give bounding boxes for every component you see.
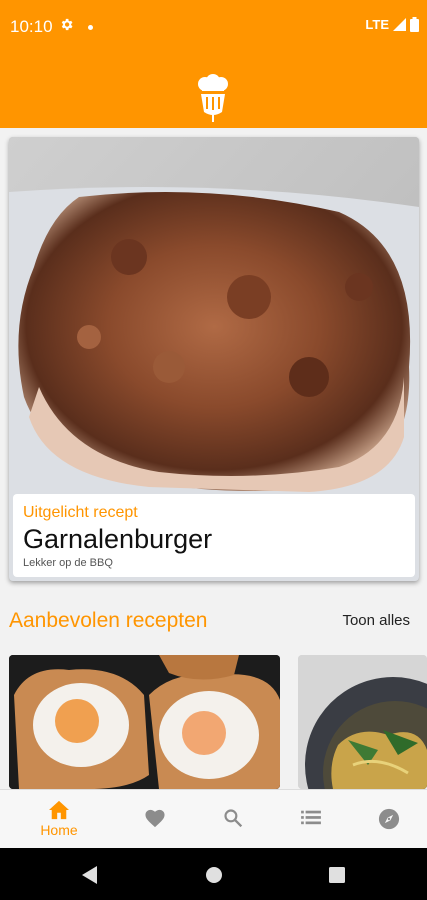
- app-bar: [0, 52, 427, 128]
- home-icon: [49, 800, 69, 820]
- nav-home[interactable]: Home: [19, 790, 99, 849]
- recipe-card-noodles[interactable]: [298, 655, 427, 789]
- bottom-navigation: Home: [0, 789, 427, 849]
- battery-icon: [410, 17, 419, 32]
- featured-title: Garnalenburger: [23, 524, 213, 554]
- search-icon[interactable]: [223, 808, 243, 828]
- system-navigation-bar: [0, 848, 427, 900]
- recents-icon[interactable]: [329, 867, 345, 883]
- status-time: 10:10: [10, 17, 53, 36]
- featured-recipe-card[interactable]: Uitgelicht recept Garnalenburger Lekker …: [9, 137, 419, 581]
- network-type: LTE: [365, 17, 389, 32]
- featured-recipe-info: Uitgelicht recept Garnalenburger Lekker …: [13, 494, 415, 577]
- back-icon[interactable]: [82, 866, 98, 884]
- list-icon[interactable]: [300, 808, 322, 826]
- see-all-link[interactable]: Toon alles: [342, 612, 410, 629]
- recommended-section-title: Aanbevolen recepten: [9, 609, 208, 632]
- recipe-card-eggs[interactable]: [9, 655, 280, 789]
- featured-kicker: Uitgelicht recept: [23, 504, 138, 521]
- chef-hat-logo-icon: [198, 74, 228, 122]
- compass-icon[interactable]: [378, 808, 400, 830]
- featured-subtitle: Lekker op de BBQ: [23, 557, 113, 569]
- heart-icon[interactable]: [144, 808, 166, 828]
- nav-home-label: Home: [40, 822, 78, 838]
- settings-status-icon: [59, 17, 74, 37]
- notification-dot-icon: [88, 25, 93, 30]
- recipe-image-noodles: [298, 655, 427, 789]
- recipe-image-eggs: [9, 655, 280, 789]
- status-indicators: LTE: [365, 17, 419, 32]
- status-bar: 10:10 LTE: [0, 0, 427, 52]
- signal-icon: [393, 18, 406, 31]
- home-system-icon[interactable]: [205, 866, 223, 884]
